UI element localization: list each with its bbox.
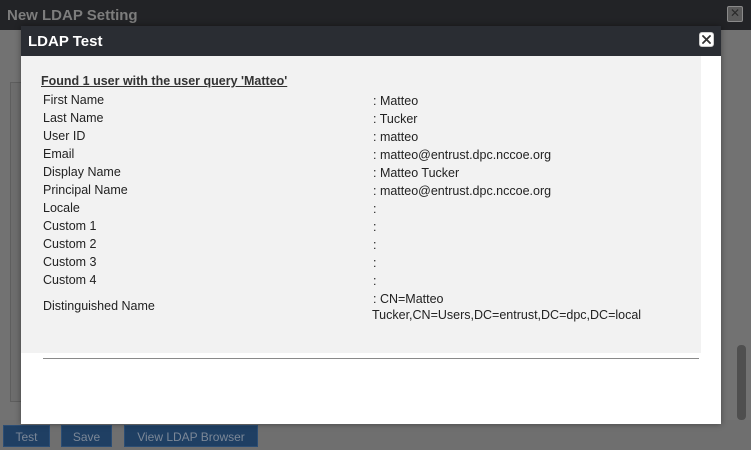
dialog-title: LDAP Test bbox=[28, 33, 103, 50]
dialog-content: Found 1 user with the user query 'Matteo… bbox=[21, 56, 701, 359]
field-label-last-name: Last Name bbox=[43, 111, 104, 125]
view-ldap-browser-button: View LDAP Browser bbox=[124, 425, 258, 447]
field-label-user-id: User ID bbox=[43, 129, 86, 143]
ldap-test-dialog: LDAP Test Found 1 user with the user que… bbox=[21, 26, 721, 424]
distinguished-name-line-1: : CN=Matteo bbox=[373, 292, 444, 306]
field-label-custom-3: Custom 3 bbox=[43, 255, 97, 269]
background-close-icon: ✕ bbox=[727, 6, 743, 22]
test-button: Test bbox=[3, 425, 50, 447]
content-divider bbox=[43, 358, 699, 359]
field-value-user-id: : matteo bbox=[373, 130, 419, 144]
field-value-custom-4: : bbox=[373, 274, 377, 288]
save-button: Save bbox=[61, 425, 112, 447]
field-label-display-name: Display Name bbox=[43, 165, 121, 179]
distinguished-name-line-2: Tucker,CN=Users,DC=entrust,DC=dpc,DC=loc… bbox=[372, 308, 642, 322]
field-value-distinguished-name: : CN=Matteo Tucker,CN=Users,DC=entrust,D… bbox=[372, 291, 673, 323]
field-value-custom-3: : bbox=[373, 256, 377, 270]
field-label-first-name: First Name bbox=[43, 93, 105, 107]
background-footer bbox=[0, 420, 751, 450]
result-heading: Found 1 user with the user query 'Matteo… bbox=[41, 74, 288, 88]
background-window-title: New LDAP Setting bbox=[7, 7, 138, 24]
field-label-custom-1: Custom 1 bbox=[43, 219, 97, 233]
field-value-principal-name: : matteo@entrust.dpc.nccoe.org bbox=[373, 184, 552, 198]
background-scrollbar bbox=[737, 345, 746, 420]
close-icon[interactable] bbox=[699, 32, 714, 47]
field-label-custom-2: Custom 2 bbox=[43, 237, 97, 251]
field-value-display-name: : Matteo Tucker bbox=[373, 166, 460, 180]
field-value-email: : matteo@entrust.dpc.nccoe.org bbox=[373, 148, 552, 162]
field-value-custom-1: : bbox=[373, 220, 377, 234]
dialog-titlebar: LDAP Test bbox=[21, 26, 721, 56]
field-label-locale: Locale bbox=[43, 201, 80, 215]
field-value-last-name: : Tucker bbox=[373, 112, 418, 126]
field-value-first-name: : Matteo bbox=[373, 94, 419, 108]
field-value-custom-2: : bbox=[373, 238, 377, 252]
field-label-custom-4: Custom 4 bbox=[43, 273, 97, 287]
field-label-principal-name: Principal Name bbox=[43, 183, 128, 197]
field-label-distinguished-name: Distinguished Name bbox=[43, 299, 155, 313]
field-label-email: Email bbox=[43, 147, 75, 161]
field-value-locale: : bbox=[373, 202, 377, 216]
